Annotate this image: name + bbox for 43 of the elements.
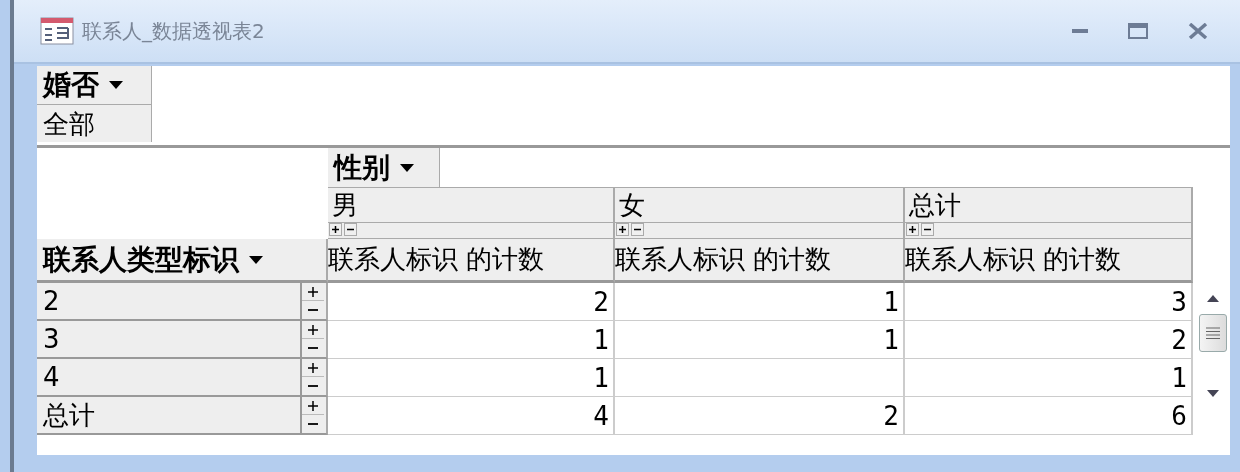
caret-icon — [249, 255, 263, 264]
measure-header: 联系人标识 的计数 — [905, 239, 1193, 283]
grip-icon — [1205, 327, 1220, 339]
table-cell: 4 — [328, 397, 615, 435]
minus-icon[interactable] — [631, 223, 644, 236]
window-title: 联系人_数据透视表2 — [82, 17, 265, 45]
plus-icon[interactable] — [329, 223, 342, 236]
table-cell: 2 — [615, 397, 905, 435]
plus-icon[interactable] — [616, 223, 629, 236]
filter-field-button[interactable]: 婚否 — [37, 66, 152, 105]
table-icon — [40, 17, 74, 45]
table-cell: 2 — [905, 321, 1193, 359]
table-cell: 1 — [615, 283, 905, 321]
table-cell: 6 — [905, 397, 1193, 435]
row-header: 4 — [37, 359, 300, 397]
column-header: 女 — [615, 188, 905, 223]
caret-icon — [109, 81, 123, 89]
minimize-icon[interactable] — [1072, 28, 1088, 34]
measure-header: 联系人标识 的计数 — [615, 239, 905, 283]
filter-value: 全部 — [37, 105, 152, 142]
column-field-button[interactable]: 性别 — [328, 148, 440, 188]
scroll-down-icon[interactable] — [1206, 390, 1219, 397]
minus-icon[interactable] — [921, 223, 934, 236]
column-header: 总计 — [905, 188, 1193, 223]
row-header: 3 — [37, 321, 300, 359]
minus-icon[interactable] — [344, 223, 357, 236]
plus-icon[interactable] — [906, 223, 919, 236]
close-icon[interactable] — [1188, 23, 1208, 39]
row-field-button[interactable]: 联系人类型标识 — [37, 239, 328, 283]
maximize-icon[interactable] — [1128, 23, 1148, 39]
table-cell: 1 — [328, 359, 615, 397]
table-cell: 2 — [328, 283, 615, 321]
column-header: 男 — [328, 188, 615, 223]
measure-header: 联系人标识 的计数 — [328, 239, 615, 283]
row-header: 总计 — [37, 397, 300, 435]
table-cell: 1 — [328, 321, 615, 359]
table-cell: 3 — [905, 283, 1193, 321]
table-cell: 1 — [905, 359, 1193, 397]
row-header: 2 — [37, 283, 300, 321]
scroll-up-icon[interactable] — [1206, 295, 1219, 302]
table-cell: 1 — [615, 321, 905, 359]
caret-icon — [400, 164, 414, 172]
scrollbar-thumb[interactable] — [1198, 314, 1227, 352]
